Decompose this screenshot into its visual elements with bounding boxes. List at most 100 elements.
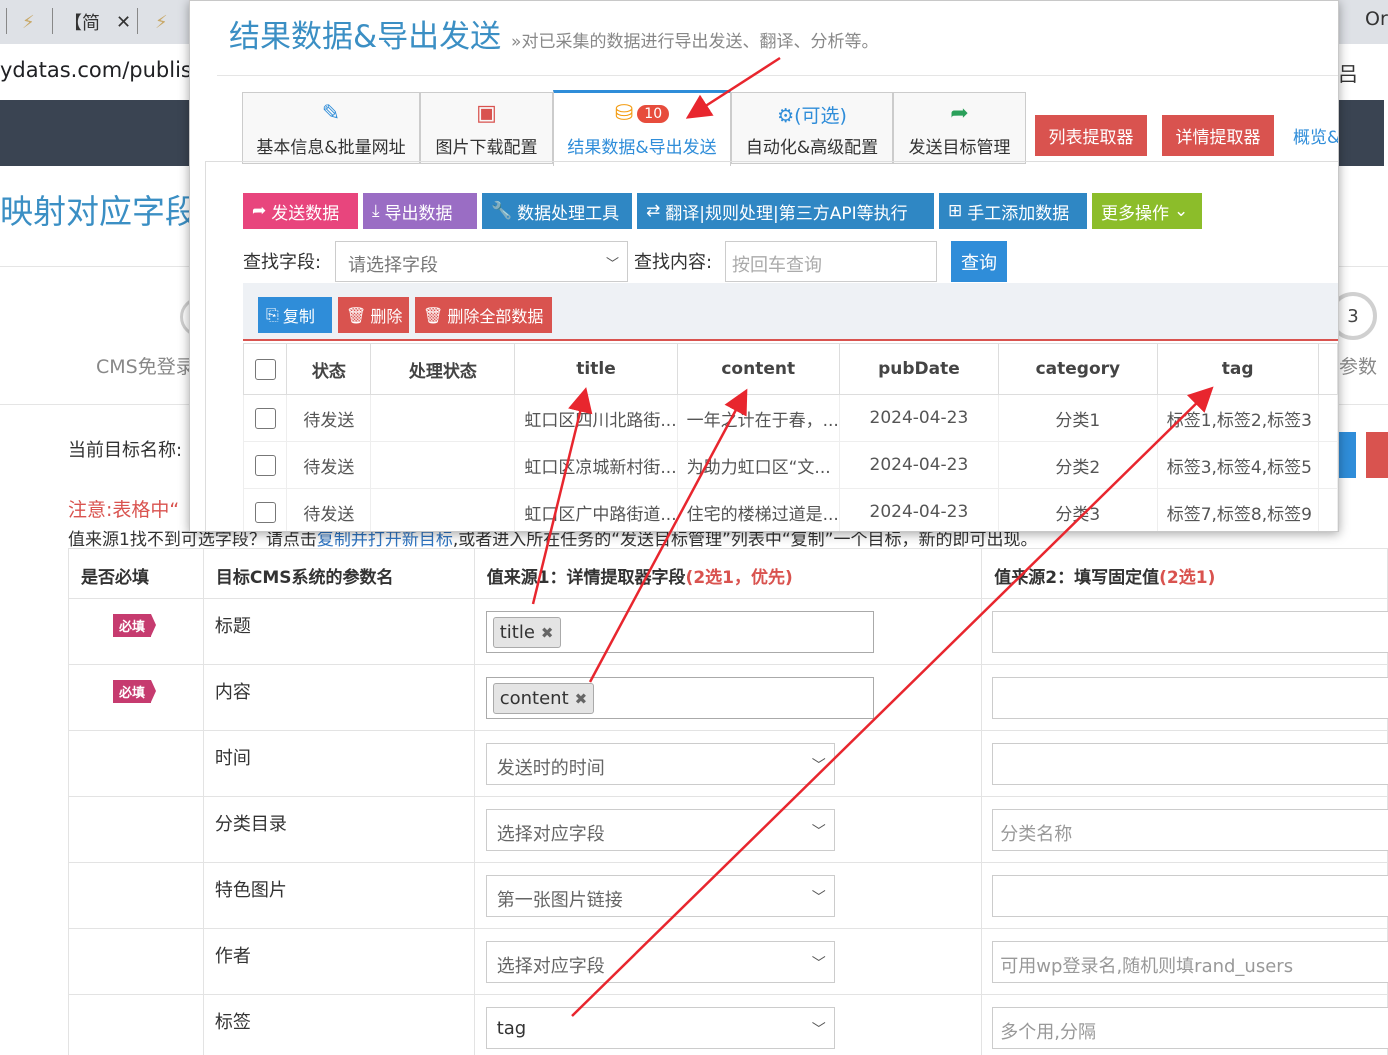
col-status[interactable]: 状态 — [286, 343, 372, 395]
fixed-value-input[interactable]: 可用wp登录名,随机则填rand_users — [992, 941, 1388, 983]
col-pubdate[interactable]: pubDate — [838, 343, 999, 395]
field-chip-label: title — [499, 622, 535, 643]
cell-pubdate: 2024-04-23 — [838, 441, 999, 489]
source1-tag-input[interactable]: content ✖ — [485, 677, 874, 719]
col-content[interactable]: content — [676, 343, 840, 395]
tab-send-target[interactable]: ➦ 发送目标管理 — [893, 92, 1026, 164]
find-content-input[interactable]: 按回车查询 — [725, 241, 937, 282]
source1-select[interactable]: 选择对应字段 ﹀ — [485, 941, 835, 983]
cell-content: 一年之计在于春，... — [676, 394, 840, 442]
chevron-down-icon: ﹀ — [811, 890, 826, 906]
browser-tab-3-icon[interactable]: ⚡ — [155, 0, 168, 44]
cell-category: 分类2 — [997, 441, 1158, 489]
save-button[interactable] — [1338, 432, 1356, 478]
field-mapping-table: 是否必填 目标CMS系统的参数名 值来源1：详情提取器字段(2选1，优先) 值来… — [68, 548, 1388, 1055]
fixed-value-input[interactable] — [992, 677, 1388, 719]
source1-select[interactable]: 发送时的时间 ﹀ — [485, 743, 835, 785]
field-chip: title ✖ — [492, 617, 561, 648]
cell-pubdate: 2024-04-23 — [838, 394, 999, 442]
copy-button[interactable]: ⎘ 复制 — [258, 297, 332, 333]
page-title: 映射对应字段 » — [0, 185, 220, 233]
param-name: 标题 — [214, 616, 251, 637]
extension-icon[interactable]: 吕 — [1338, 58, 1358, 87]
tab-label: 发送目标管理 — [908, 138, 1011, 158]
find-content-label: 查找内容: — [634, 252, 713, 273]
required-badge: 必填 — [113, 614, 157, 637]
row-checkbox[interactable] — [254, 501, 276, 523]
tab-automation[interactable]: ⚙(可选) 自动化&高级配置 — [731, 92, 893, 164]
list-extractor-button[interactable]: 列表提取器 — [1035, 115, 1147, 156]
fixed-value-input[interactable] — [992, 875, 1388, 917]
cell-process-status — [370, 394, 516, 442]
overview-link[interactable]: 概览& — [1293, 123, 1338, 148]
target-name-label: 当前目标名称: — [68, 440, 183, 461]
cell-overflow — [1317, 441, 1338, 489]
export-data-button[interactable]: ⤓ 导出数据 — [363, 193, 477, 229]
chevron-down-icon: ﹀ — [811, 758, 826, 774]
remove-chip-icon[interactable]: ✖ — [575, 690, 588, 708]
table-row[interactable]: 待发送 虹口区凉城新村街... 为助力虹口区“文... 2024-04-23 分… — [242, 441, 1338, 489]
cell-content: 为助力虹口区“文... — [676, 441, 840, 489]
share-icon: ➦ — [252, 201, 267, 221]
col-tag[interactable]: tag — [1156, 343, 1319, 395]
source1-select[interactable]: tag ﹀ — [485, 1007, 835, 1049]
param-name: 作者 — [214, 946, 251, 967]
chevron-down-icon: ⌄ — [1174, 201, 1189, 221]
col-category[interactable]: category — [997, 343, 1158, 395]
mapping-header-row: 是否必填 目标CMS系统的参数名 值来源1：详情提取器字段(2选1，优先) 值来… — [68, 548, 1388, 599]
database-icon-with-badge: ⛁ 10 — [554, 101, 730, 127]
mapping-row-time: 时间 发送时的时间 ﹀ — [68, 730, 1388, 797]
cell-title: 虹口区凉城新村街... — [514, 441, 678, 489]
table-row[interactable]: 待发送 虹口区广中路街道... 住宅的楼梯过道是... 2024-04-23 分… — [242, 488, 1338, 531]
browser-tab-2[interactable]: 【简 ✕ — [64, 0, 131, 44]
table-row[interactable]: 待发送 虹口区四川北路街... 一年之计在于春，... 2024-04-23 分… — [242, 394, 1338, 442]
result-count-badge: 10 — [637, 105, 670, 123]
detail-extractor-button[interactable]: 详情提取器 — [1162, 115, 1274, 156]
source1-select[interactable]: 第一张图片链接 ﹀ — [485, 875, 835, 917]
bolt-icon: ⚡ — [22, 11, 35, 33]
fixed-value-input[interactable]: 多个用,分隔 — [992, 1007, 1388, 1049]
param-name: 分类目录 — [214, 814, 287, 835]
delete-all-button[interactable]: 🗑 删除全部数据 — [415, 297, 552, 333]
tab-close-icon[interactable]: ✕ — [116, 12, 131, 33]
col-overflow — [1317, 343, 1338, 395]
cell-category: 分类1 — [997, 394, 1158, 442]
fixed-value-input[interactable] — [992, 743, 1388, 785]
row-checkbox[interactable] — [254, 454, 276, 476]
col-title[interactable]: title — [514, 343, 678, 395]
data-tools-button[interactable]: 🔧 数据处理工具 — [482, 193, 632, 229]
mapping-row-author: 作者 选择对应字段 ﹀ 可用wp登录名,随机则填rand_users — [68, 928, 1388, 995]
divider — [217, 75, 1338, 76]
tab-result-export[interactable]: ⛁ 10 结果数据&导出发送 — [553, 90, 731, 166]
mapping-row-title: 必填 标题 title ✖ — [68, 598, 1388, 665]
cell-overflow — [1317, 394, 1338, 442]
browser-tab-partial[interactable]: Or — [1365, 8, 1388, 30]
browser-tab-1-icon[interactable]: ⚡ — [22, 0, 35, 44]
more-actions-button[interactable]: 更多操作 ⌄ — [1092, 193, 1202, 229]
source1-tag-input[interactable]: title ✖ — [485, 611, 874, 653]
translate-rules-button[interactable]: ⇄ 翻译|规则处理|第三方API等执行 — [637, 193, 934, 229]
query-button[interactable]: 查询 — [951, 241, 1007, 282]
add-data-button[interactable]: ⊞ 手工添加数据 — [939, 193, 1087, 229]
select-all-checkbox[interactable] — [254, 358, 276, 380]
find-field-label: 查找字段: — [243, 252, 322, 273]
tab-basic-info[interactable]: ✎ 基本信息&批量网址 — [242, 92, 420, 164]
row-checkbox[interactable] — [254, 407, 276, 429]
col-process-status[interactable]: 处理状态 — [370, 343, 516, 395]
share-icon: ➦ — [950, 101, 969, 126]
find-field-select[interactable]: 请选择字段 ﹀ — [335, 241, 628, 282]
mapping-row-content: 必填 内容 content ✖ — [68, 664, 1388, 731]
copy-open-new-target-link[interactable]: 复制并打开新目标 — [317, 530, 453, 550]
fixed-value-input[interactable] — [992, 611, 1388, 653]
send-data-button[interactable]: ➦ 发送数据 — [243, 193, 358, 229]
param-name: 特色图片 — [214, 880, 287, 901]
delete-button[interactable]: 🗑 删除 — [338, 297, 409, 333]
source1-select[interactable]: 选择对应字段 ﹀ — [485, 809, 835, 851]
tab-separator — [52, 8, 53, 34]
action-button[interactable] — [1366, 432, 1388, 478]
notice-text: 注意:表格中“ — [68, 499, 180, 521]
step-cms-label: CMS免登录 — [96, 356, 195, 378]
fixed-value-input[interactable]: 分类名称 — [992, 809, 1388, 851]
remove-chip-icon[interactable]: ✖ — [541, 624, 554, 642]
tab-image-download[interactable]: ▣ 图片下载配置 — [420, 92, 553, 164]
